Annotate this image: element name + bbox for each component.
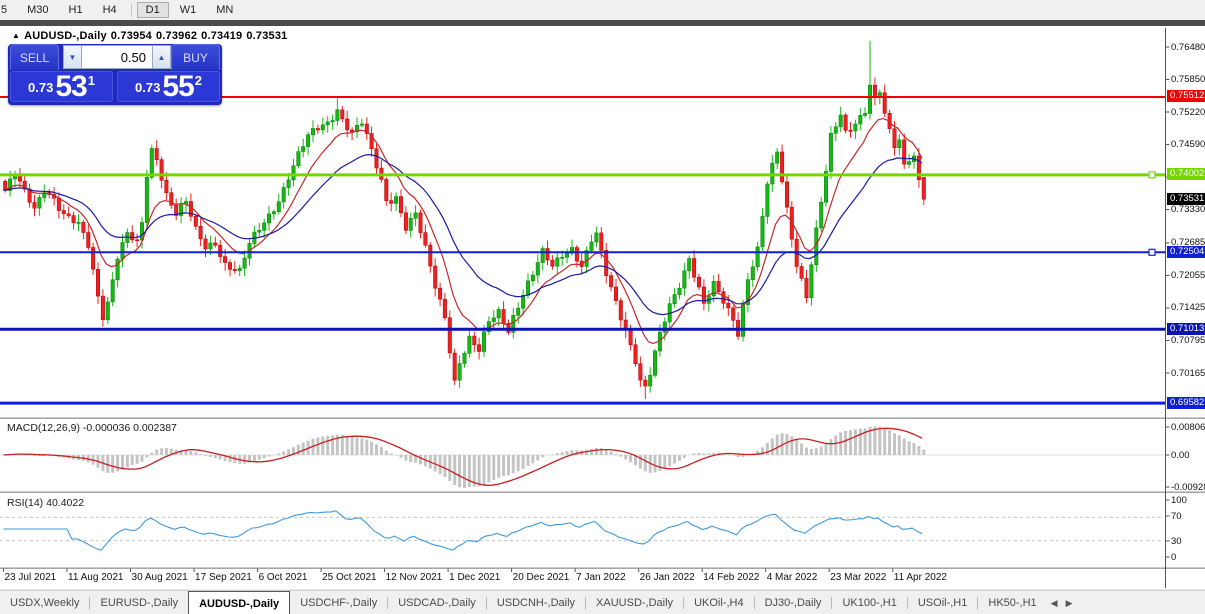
date-axis-label: 23 Jul 2021 <box>4 572 57 583</box>
price-level-label: 0.73531 <box>1167 192 1205 205</box>
rsi-axis-tick: 70 <box>1171 510 1182 522</box>
ohlc-low: 0.73419 <box>201 30 243 42</box>
tab-usdcad-daily[interactable]: USDCAD-,Daily <box>388 591 486 614</box>
ohlc-open: 0.73954 <box>110 30 152 42</box>
tab-xauusd-daily[interactable]: XAUUSD-,Daily <box>586 591 683 614</box>
tab-usdx-weekly[interactable]: USDX,Weekly <box>0 591 89 614</box>
price-axis-tick: 0.76480 <box>1171 41 1205 53</box>
price-axis-tick: 0.75220 <box>1171 106 1205 118</box>
tab-usoil-h1[interactable]: USOil-,H1 <box>908 591 978 614</box>
price-axis-tick: 0.71425 <box>1171 302 1205 314</box>
rsi-value: 40.4022 <box>46 497 85 509</box>
date-axis-label: 7 Jan 2022 <box>576 572 626 583</box>
macd-axis-tick: 0.00 <box>1171 449 1190 461</box>
macd-indicator-label: MACD(12,26,9) -0.000036 0.002387 <box>7 422 177 434</box>
tab-uk100-h1[interactable]: UK100-,H1 <box>832 591 906 614</box>
buy-button[interactable]: BUY <box>171 44 220 70</box>
price-axis-tick: 0.73330 <box>1171 204 1205 216</box>
date-axis-label: 30 Aug 2021 <box>131 572 188 583</box>
collapse-arrow-icon[interactable]: ▲ <box>12 31 20 40</box>
date-axis-label: 4 Mar 2022 <box>766 572 818 583</box>
rsi-axis-tick: 100 <box>1171 494 1187 506</box>
date-axis-label: 14 Feb 2022 <box>703 572 760 583</box>
symbol-name: AUDUSD-,Daily <box>24 30 107 42</box>
volume-increase-button[interactable]: ▲ <box>152 45 171 69</box>
tab-dj30-daily[interactable]: DJ30-,Daily <box>755 591 832 614</box>
date-axis-label: 17 Sep 2021 <box>195 572 252 583</box>
buy-price-big: 55 <box>162 70 194 103</box>
date-axis-label: 20 Dec 2021 <box>512 572 570 583</box>
tab-usdchf-daily[interactable]: USDCHF-,Daily <box>290 591 387 614</box>
buy-price-small: 0.73 <box>135 80 161 95</box>
macd-value-main: -0.000036 <box>82 422 131 434</box>
price-axis-tick: 0.70795 <box>1171 334 1205 346</box>
price-axis-tick: 0.72055 <box>1171 269 1205 281</box>
one-click-trading-panel: SELL ▼ ▲ BUY 0.73531 0.73552 <box>8 44 222 105</box>
tabs-scroll-left-icon[interactable]: ◀ <box>1047 591 1062 614</box>
price-level-label: 0.75512 <box>1167 90 1205 103</box>
sell-price-sup: 1 <box>87 73 95 88</box>
date-axis-label: 11 Apr 2022 <box>893 572 947 583</box>
rsi-axis-tick: 0 <box>1171 551 1177 563</box>
tab-eurusd-daily[interactable]: EURUSD-,Daily <box>90 591 188 614</box>
tab-hk50-h1[interactable]: HK50-,H1 <box>978 591 1046 614</box>
chart-title: ▲ AUDUSD-,Daily 0.73954 0.73962 0.73419 0.735… <box>12 30 291 42</box>
tab-audusd-daily[interactable]: AUDUSD-,Daily <box>188 591 291 614</box>
price-axis-tick: 0.70165 <box>1171 367 1205 379</box>
ohlc-high: 0.73962 <box>155 30 198 42</box>
trading-terminal: 5 M30 H1 H4 D1 W1 MN ▲ AUDUSD-,Daily 0.73954 0.73… <box>0 0 1205 614</box>
chart-tab-bar: USDX,Weekly EURUSD-,Daily AUDUSD-,Daily USD… <box>0 590 1205 614</box>
date-axis-label: 11 Aug 2021 <box>68 572 124 583</box>
price-level-label: 0.74002 <box>1167 168 1205 181</box>
date-axis-label: 1 Dec 2021 <box>449 572 501 583</box>
price-level-label: 0.72504 <box>1167 245 1205 258</box>
sell-price-small: 0.73 <box>28 80 54 95</box>
sell-price-quote[interactable]: 0.73 53 1 <box>10 71 113 102</box>
ohlc-close: 0.73531 <box>246 30 288 42</box>
price-level-label: 0.69582 <box>1167 396 1205 409</box>
date-axis-label: 23 Mar 2022 <box>830 572 887 583</box>
macd-axis-tick: 0.008061 <box>1171 421 1205 433</box>
macd-axis-tick: -0.00928 <box>1171 481 1205 493</box>
tabs-scroll-right-icon[interactable]: ▶ <box>1062 591 1077 614</box>
buy-price-sup: 2 <box>194 73 202 88</box>
price-level-label: 0.71013 <box>1167 322 1205 335</box>
date-axis-label: 26 Jan 2022 <box>639 572 695 583</box>
sell-button[interactable]: SELL <box>10 44 59 70</box>
sell-price-big: 53 <box>55 70 87 103</box>
volume-decrease-button[interactable]: ▼ <box>63 45 82 69</box>
price-axis-tick: 0.75850 <box>1171 74 1205 86</box>
date-axis-label: 25 Oct 2021 <box>322 572 377 583</box>
date-axis-label: 6 Oct 2021 <box>258 572 308 583</box>
macd-value-signal: 0.002387 <box>133 422 177 434</box>
tab-ukoil-h4[interactable]: UKOil-,H4 <box>684 591 754 614</box>
tab-usdcnh-daily[interactable]: USDCNH-,Daily <box>487 591 585 614</box>
price-axis-tick: 0.74590 <box>1171 139 1205 151</box>
volume-input[interactable] <box>82 45 152 69</box>
buy-price-quote[interactable]: 0.73 55 2 <box>117 71 220 102</box>
rsi-indicator-label: RSI(14) 40.4022 <box>7 497 85 509</box>
date-axis-label: 12 Nov 2021 <box>385 572 443 583</box>
rsi-axis-tick: 30 <box>1171 535 1182 547</box>
